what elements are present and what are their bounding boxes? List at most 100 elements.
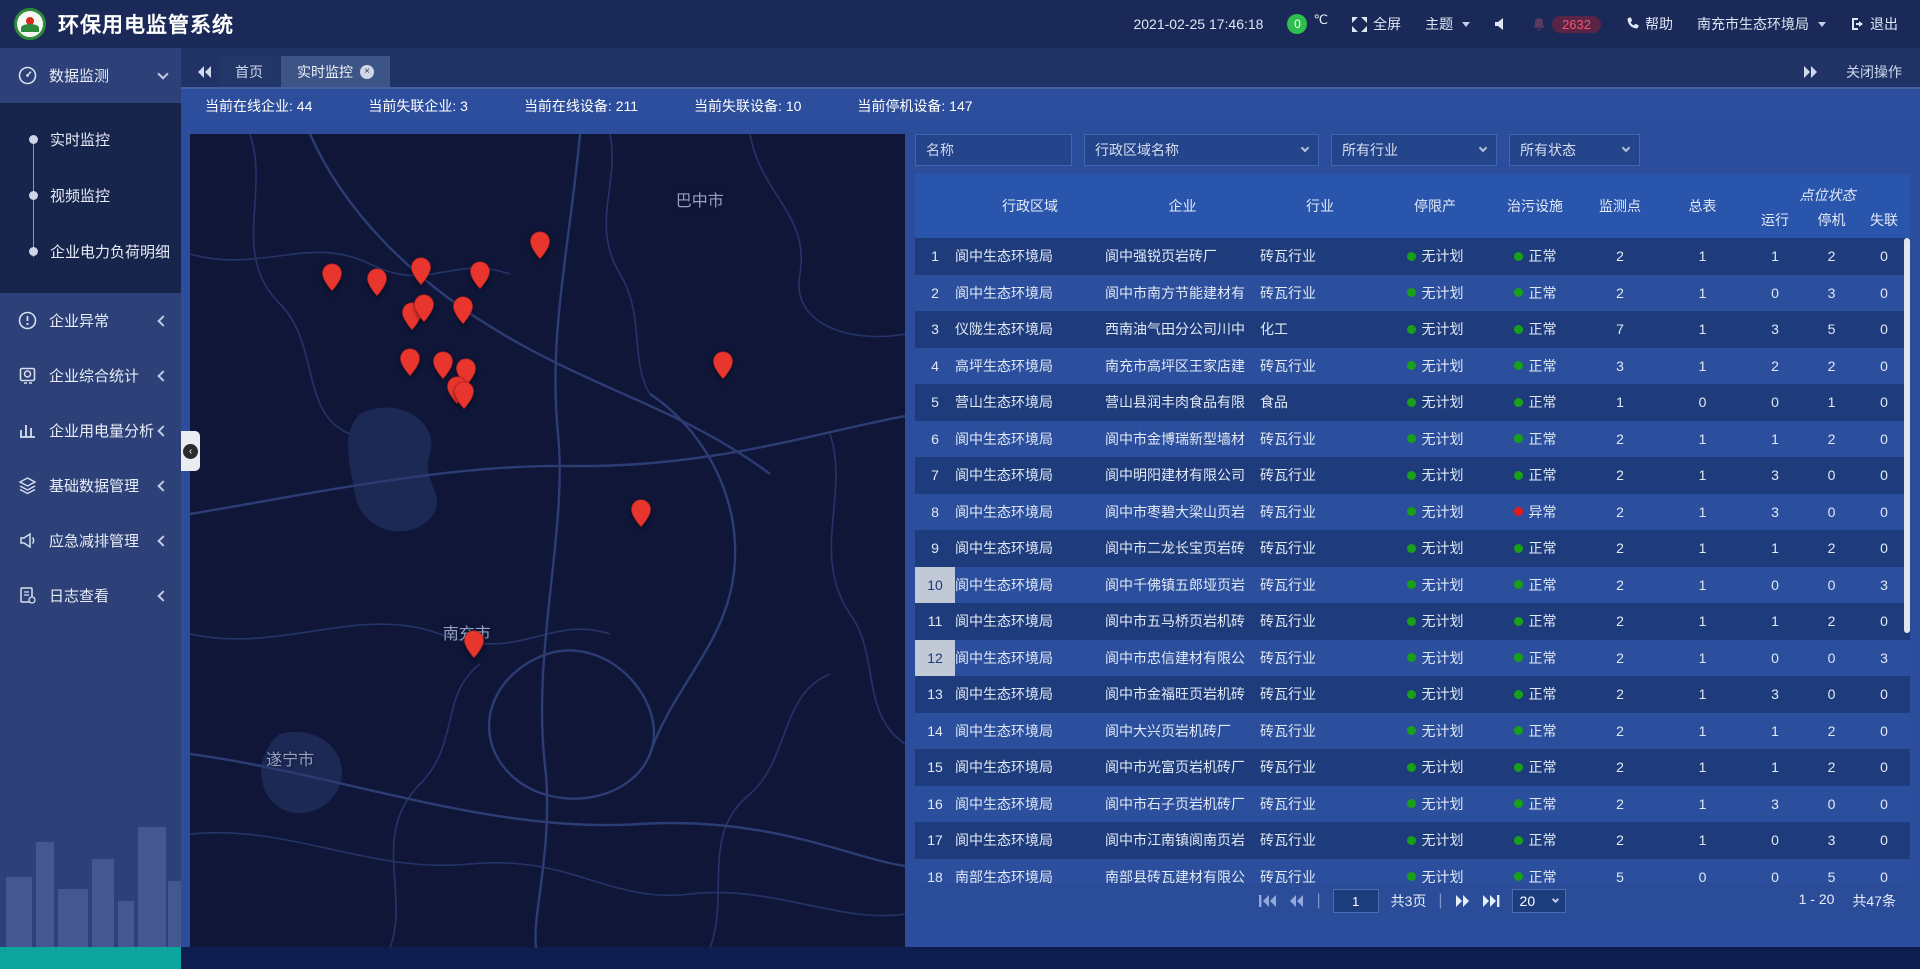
map-pin[interactable]	[366, 268, 388, 297]
table-row[interactable]: 17阆中生态环境局阆中市江南镇阆南页岩砖瓦行业无计划正常21030	[915, 822, 1910, 859]
status-dot-icon	[1407, 471, 1416, 480]
sidebar-group-log-view[interactable]: 日志查看	[0, 568, 181, 623]
map-pin[interactable]	[413, 294, 435, 323]
cell-region: 阆中生态环境局	[955, 502, 1105, 522]
fullscreen-button[interactable]: 全屏	[1352, 14, 1401, 34]
status-dot-icon	[1407, 544, 1416, 553]
cell-industry: 砖瓦行业	[1260, 429, 1380, 449]
name-filter-input[interactable]	[926, 142, 1061, 158]
cell-run-count: 1	[1745, 723, 1805, 739]
status-dot-icon	[1407, 836, 1416, 845]
map-pin[interactable]	[529, 231, 551, 260]
logout-button[interactable]: 退出	[1850, 14, 1898, 34]
map-pin[interactable]	[469, 261, 491, 290]
table-scrollbar[interactable]	[1904, 238, 1910, 633]
help-button[interactable]: 帮助	[1625, 14, 1673, 34]
map-pin[interactable]	[399, 348, 421, 377]
theme-button[interactable]: 主题	[1425, 14, 1470, 34]
page-size-select[interactable]: 20	[1512, 889, 1566, 913]
table-row[interactable]: 6阆中生态环境局阆中市金博瑞新型墙材砖瓦行业无计划正常21120	[915, 421, 1910, 458]
table-row[interactable]: 12阆中生态环境局阆中市忠信建材有限公砖瓦行业无计划正常21003	[915, 640, 1910, 677]
map-pin[interactable]	[630, 499, 652, 528]
sidebar-item-power-load-detail[interactable]: 企业电力负荷明细	[0, 223, 181, 279]
cell-region: 阆中生态环境局	[955, 611, 1105, 631]
sidebar-group-data-monitoring[interactable]: 数据监测	[0, 48, 181, 103]
status-filter-value: 所有状态	[1520, 140, 1576, 160]
table-row[interactable]: 7阆中生态环境局阆中明阳建材有限公司砖瓦行业无计划正常21300	[915, 457, 1910, 494]
map-pin[interactable]	[452, 296, 474, 325]
cell-run-count: 3	[1745, 321, 1805, 337]
table-row[interactable]: 18南部生态环境局南部县砖瓦建材有限公砖瓦行业无计划正常50050	[915, 859, 1910, 884]
chevron-left-icon	[157, 590, 168, 601]
table-row[interactable]: 2阆中生态环境局阆中市南方节能建材有砖瓦行业无计划正常21030	[915, 275, 1910, 312]
tab-home[interactable]: 首页	[219, 56, 279, 87]
map-pin[interactable]	[410, 257, 432, 286]
last-page-button[interactable]	[1482, 895, 1500, 907]
page-number-input[interactable]	[1333, 889, 1379, 913]
status-dot-icon	[1407, 507, 1416, 516]
stat-item: 当前在线企业: 44	[205, 96, 312, 116]
cell-lost-count: 0	[1858, 285, 1910, 301]
table-row[interactable]: 8阆中生态环境局阆中市枣碧大梁山页岩砖瓦行业无计划异常21300	[915, 494, 1910, 531]
status-dot-icon	[1407, 872, 1416, 881]
tab-close-icon[interactable]: ×	[360, 65, 374, 79]
table-row[interactable]: 9阆中生态环境局阆中市二龙长宝页岩砖砖瓦行业无计划正常21120	[915, 530, 1910, 567]
cell-meter-count: 1	[1660, 832, 1745, 848]
notifications-button[interactable]: 2632	[1532, 16, 1601, 33]
cell-industry: 砖瓦行业	[1260, 794, 1380, 814]
region-filter-select[interactable]: 行政区域名称	[1084, 134, 1319, 166]
sidebar-group-power-analysis[interactable]: 企业用电量分析	[0, 403, 181, 458]
table-row[interactable]: 5营山生态环境局营山县润丰肉食品有限食品无计划正常10010	[915, 384, 1910, 421]
cell-industry: 砖瓦行业	[1260, 684, 1380, 704]
map-canvas[interactable]: ‹ 巴中市南充市遂宁市	[190, 134, 905, 947]
sidebar-collapse-handle[interactable]: ‹	[181, 431, 200, 471]
tab-scroll-left-button[interactable]	[191, 56, 219, 87]
stat-item: 当前失联企业: 3	[368, 96, 468, 116]
limit-status-label: 无计划	[1422, 538, 1464, 558]
industry-filter-value: 所有行业	[1342, 140, 1398, 160]
prev-page-button[interactable]	[1289, 895, 1304, 907]
mute-button[interactable]	[1494, 17, 1508, 31]
table-row[interactable]: 14阆中生态环境局阆中大兴页岩机砖厂砖瓦行业无计划正常21120	[915, 713, 1910, 750]
table-row[interactable]: 13阆中生态环境局阆中市金福旺页岩机砖砖瓦行业无计划正常21300	[915, 676, 1910, 713]
table-row[interactable]: 11阆中生态环境局阆中市五马桥页岩机砖砖瓦行业无计划正常21120	[915, 603, 1910, 640]
org-menu[interactable]: 南充市生态环境局	[1697, 14, 1826, 34]
table-row[interactable]: 15阆中生态环境局阆中市光富页岩机砖厂砖瓦行业无计划正常21120	[915, 749, 1910, 786]
sidebar-item-realtime-monitoring[interactable]: 实时监控	[0, 111, 181, 167]
timeline-dot-icon	[29, 135, 38, 144]
map-pin[interactable]	[463, 630, 485, 659]
limit-status-label: 无计划	[1422, 502, 1464, 522]
sidebar-group-basic-data[interactable]: 基础数据管理	[0, 458, 181, 513]
next-page-button[interactable]	[1455, 895, 1470, 907]
map-pin[interactable]	[453, 381, 475, 410]
cell-index: 2	[915, 275, 955, 312]
cell-meter-count: 1	[1660, 285, 1745, 301]
status-dot-icon	[1514, 288, 1523, 297]
table-row[interactable]: 4高坪生态环境局南充市高坪区王家店建砖瓦行业无计划正常31220	[915, 348, 1910, 385]
industry-filter-select[interactable]: 所有行业	[1331, 134, 1497, 166]
sidebar-group-enterprise-statistics[interactable]: 企业综合统计	[0, 348, 181, 403]
cell-stop-count: 2	[1805, 358, 1858, 374]
first-page-button[interactable]	[1259, 895, 1277, 907]
status-dot-icon	[1514, 434, 1523, 443]
map-pin[interactable]	[712, 351, 734, 380]
table-row[interactable]: 1阆中生态环境局阆中强锐页岩砖厂砖瓦行业无计划正常21120	[915, 238, 1910, 275]
sidebar-item-video-monitoring[interactable]: 视频监控	[0, 167, 181, 223]
sidebar-group-emergency-reduction[interactable]: 应急减排管理	[0, 513, 181, 568]
sidebar-group-enterprise-abnormal[interactable]: 企业异常	[0, 293, 181, 348]
timeline-dot-icon	[29, 247, 38, 256]
close-operations[interactable]: 关闭操作	[1804, 56, 1902, 87]
table-row[interactable]: 16阆中生态环境局阆中市石子页岩机砖厂砖瓦行业无计划正常21300	[915, 786, 1910, 823]
cell-run-count: 0	[1745, 577, 1805, 593]
region-filter-value: 行政区域名称	[1095, 140, 1179, 160]
cell-index: 11	[915, 603, 955, 640]
tab-realtime-monitoring[interactable]: 实时监控 ×	[281, 56, 390, 87]
status-dot-icon	[1407, 361, 1416, 370]
cell-limit-status: 无计划	[1380, 684, 1490, 704]
table-row[interactable]: 3仪陇生态环境局西南油气田分公司川中化工无计划正常71350	[915, 311, 1910, 348]
map-pin[interactable]	[321, 263, 343, 292]
cell-stop-count: 2	[1805, 759, 1858, 775]
status-filter-select[interactable]: 所有状态	[1509, 134, 1640, 166]
name-filter[interactable]	[915, 134, 1072, 166]
table-row[interactable]: 10阆中生态环境局阆中千佛镇五郎垭页岩砖瓦行业无计划正常21003	[915, 567, 1910, 604]
